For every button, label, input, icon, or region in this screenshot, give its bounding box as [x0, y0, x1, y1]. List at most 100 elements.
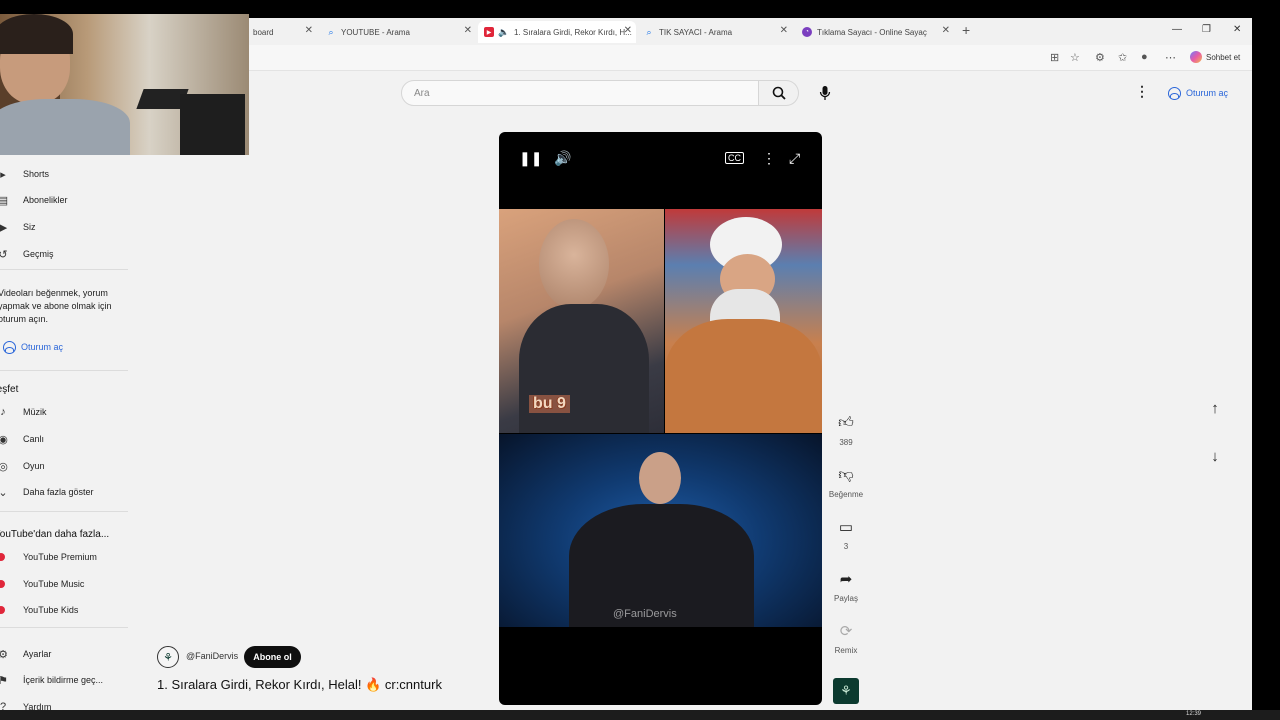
dislike-button[interactable]: 👎︎ Beğenme	[826, 466, 866, 499]
like-count: 389	[839, 438, 853, 447]
close-icon[interactable]: ✕	[305, 25, 313, 36]
video-frame-left-speaker: bu 9	[499, 209, 664, 433]
search-icon	[772, 86, 786, 100]
previous-video-button[interactable]: ↑	[1199, 392, 1231, 424]
more-menu-icon[interactable]: ⋯	[1165, 51, 1176, 64]
sidebar-item-youtube-music[interactable]: YouTube Music	[0, 573, 84, 595]
sidebar-item-show-more[interactable]: ⌄ Daha fazla göster	[0, 481, 94, 503]
sidebar-item-settings[interactable]: ⚙ Ayarlar	[0, 643, 51, 665]
sidebar-item-label: YouTube Kids	[23, 605, 79, 615]
restore-button[interactable]: ❐	[1202, 24, 1211, 35]
thumbs-down-icon: 👎︎	[838, 466, 854, 483]
app-available-icon[interactable]: ⊞	[1050, 51, 1059, 64]
tab-board[interactable]: board ✕	[247, 21, 317, 43]
webcam-pc-case	[180, 94, 245, 155]
captions-icon[interactable]: CC	[725, 152, 744, 164]
favorites-icon[interactable]: ✩	[1118, 51, 1127, 64]
sidebar-item-shorts[interactable]: ▸ Shorts	[0, 163, 49, 185]
tab-youtube-search[interactable]: ⌕ YOUTUBE - Arama ✕	[320, 21, 476, 43]
sidebar-item-label: Abonelikler	[23, 195, 68, 205]
sidebar-item-music[interactable]: ♪ Müzik	[0, 401, 46, 423]
video-overlay-text: bu 9	[529, 395, 570, 413]
channel-handle[interactable]: @FaniDervis	[186, 651, 238, 661]
search-icon: ⌕	[646, 26, 652, 37]
comment-icon: ▭	[838, 519, 854, 536]
close-icon[interactable]: ✕	[624, 25, 632, 36]
webcam-person-hair	[0, 14, 73, 54]
sidebar-item-you[interactable]: ▶ Siz	[0, 216, 36, 238]
search-button[interactable]	[759, 80, 799, 106]
comments-button[interactable]: ▭ 3	[826, 518, 866, 551]
youtube-page: Ara ⋮ Oturum aç ▸ Shorts ▤ Abonelikler ▶…	[0, 71, 1252, 710]
sidebar-divider	[0, 370, 128, 371]
speaker-icon[interactable]: 🔈	[498, 27, 509, 37]
window-close-button[interactable]: ✕	[1233, 24, 1241, 35]
remix-icon: ⟳	[839, 623, 853, 640]
signin-prompt: Videoları beğenmek, yorum yapmak ve abon…	[0, 288, 112, 324]
sidebar-item-live[interactable]: ◉ Canlı	[0, 428, 44, 450]
singer-head	[639, 452, 681, 504]
microphone-icon	[819, 86, 831, 100]
share-button[interactable]: ➦ Paylaş	[826, 570, 866, 603]
remix-button[interactable]: ⟳ Remix	[826, 622, 866, 655]
copilot-button[interactable]: Sohbet et	[1190, 51, 1240, 63]
more-from-youtube-heading: YouTube'dan daha fazla...	[0, 529, 110, 540]
chevron-down-icon: ⌄	[0, 486, 8, 499]
more-options-icon[interactable]: ⋮	[762, 150, 776, 167]
sidebar-item-subscriptions[interactable]: ▤ Abonelikler	[0, 189, 68, 211]
close-icon[interactable]: ✕	[942, 25, 950, 36]
webcam-person-shirt	[0, 99, 130, 155]
sidebar-item-label: Siz	[23, 222, 36, 232]
settings-menu-icon[interactable]: ⋮	[1135, 83, 1149, 100]
sidebar-item-help[interactable]: ? Yardım	[0, 696, 51, 710]
speaker-head	[539, 219, 609, 309]
channel-avatar[interactable]: ⚘	[157, 646, 179, 668]
sidebar-item-report-history[interactable]: ⚑ İçerik bildirme geç...	[0, 669, 103, 691]
sidebar-item-label: Canlı	[23, 434, 45, 444]
sidebar-divider	[0, 627, 128, 628]
tab-tiklama-sayaci[interactable]: ◔ Tıklama Sayacı - Online Sayaç ✕	[796, 21, 954, 43]
sidebar-item-youtube-kids[interactable]: YouTube Kids	[0, 599, 78, 621]
copilot-icon	[1190, 51, 1202, 63]
explore-heading: Keşfet	[0, 384, 19, 395]
fullscreen-icon[interactable]: ⤢	[789, 150, 800, 167]
channel-thumbnail[interactable]: ⚘	[833, 678, 859, 704]
volume-icon[interactable]: 🔊	[554, 150, 571, 167]
youtube-music-icon	[0, 580, 5, 588]
gear-icon: ⚙	[0, 648, 8, 661]
remix-label: Remix	[834, 646, 858, 655]
new-tab-button[interactable]: +	[962, 22, 970, 38]
favorite-star-icon[interactable]: ☆	[1070, 51, 1080, 64]
sidebar-item-youtube-premium[interactable]: YouTube Premium	[0, 546, 97, 568]
shorts-video-player[interactable]: ❚❚ 🔊 CC ⋮ ⤢ bu 9 @FaniDervis	[499, 132, 822, 705]
sidebar-item-label: Yardım	[23, 702, 52, 710]
signin-button[interactable]: Oturum aç	[1160, 81, 1236, 105]
sidebar-item-label: YouTube Music	[23, 579, 85, 589]
voice-search-button[interactable]	[814, 80, 836, 106]
comment-count: 3	[843, 542, 849, 551]
search-input[interactable]: Ara	[401, 80, 759, 106]
sidebar-item-label: İçerik bildirme geç...	[23, 675, 104, 685]
close-icon[interactable]: ✕	[464, 25, 472, 36]
sidebar-signin-button[interactable]: Oturum aç	[3, 337, 63, 357]
tab-label: YOUTUBE - Arama	[341, 27, 410, 37]
thumbs-up-icon: 👍︎	[838, 414, 854, 431]
share-label: Paylaş	[833, 594, 858, 603]
profile-icon[interactable]: ●	[1141, 51, 1148, 63]
pause-icon[interactable]: ❚❚	[519, 150, 542, 167]
close-icon[interactable]: ✕	[780, 25, 788, 36]
minimize-button[interactable]: —	[1172, 24, 1182, 35]
like-button[interactable]: 👍︎ 389	[826, 414, 866, 447]
shorts-icon: ▸	[0, 168, 6, 181]
counter-icon: ◔	[802, 27, 812, 37]
sidebar-item-gaming[interactable]: ◎ Oyun	[0, 455, 45, 477]
gaming-icon: ◎	[0, 460, 8, 473]
music-icon: ♪	[0, 406, 6, 418]
next-video-button[interactable]: ↓	[1199, 440, 1231, 472]
subscribe-button[interactable]: Abone ol	[244, 646, 301, 668]
extensions-icon[interactable]: ⚙	[1095, 51, 1105, 64]
tab-youtube-video[interactable]: ▶ 🔈 1. Sıralara Girdi, Rekor Kırdı, H...…	[478, 21, 636, 43]
tab-tik-sayaci[interactable]: ⌕ TIK SAYACI - Arama ✕	[638, 21, 792, 43]
sidebar-item-history[interactable]: ↺ Geçmiş	[0, 243, 54, 265]
sidebar-divider	[0, 511, 128, 512]
